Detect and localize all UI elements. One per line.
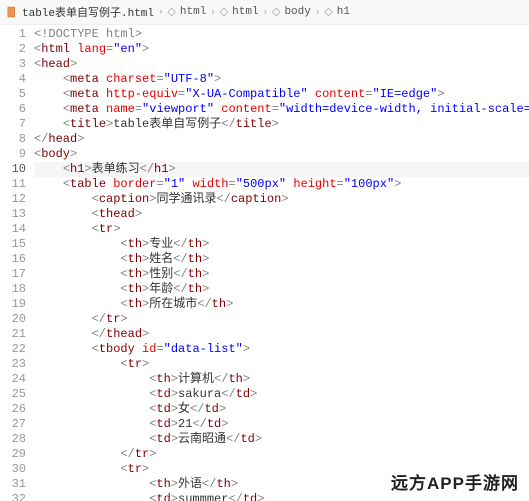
code-line[interactable]: <h1>表单练习</h1> xyxy=(34,162,529,177)
line-number: 22 xyxy=(0,342,26,357)
code-line[interactable]: </thead> xyxy=(34,327,529,342)
code-line[interactable]: <meta http-equiv="X-UA-Compatible" conte… xyxy=(34,87,529,102)
code-editor[interactable]: 1234567891011121314151617181920212223242… xyxy=(0,25,529,501)
code-line[interactable]: <td>女</td> xyxy=(34,402,529,417)
breadcrumb-part-html-root[interactable]: html xyxy=(180,6,206,18)
code-area[interactable]: <!DOCTYPE html><html lang="en"><head> <m… xyxy=(34,25,529,501)
code-line[interactable]: <th>所在城市</th> xyxy=(34,297,529,312)
breadcrumb-part-h1[interactable]: h1 xyxy=(337,6,350,18)
code-line[interactable]: <td>sakura</td> xyxy=(34,387,529,402)
breadcrumb-tag-icon: ◇ xyxy=(272,5,280,19)
code-line[interactable]: <meta charset="UTF-8"> xyxy=(34,72,529,87)
code-line[interactable]: </head> xyxy=(34,132,529,147)
line-number: 28 xyxy=(0,432,26,447)
line-number: 20 xyxy=(0,312,26,327)
line-number: 8 xyxy=(0,132,26,147)
html-file-icon xyxy=(6,6,18,18)
line-number: 24 xyxy=(0,372,26,387)
line-number: 13 xyxy=(0,207,26,222)
code-line[interactable]: <th>姓名</th> xyxy=(34,252,529,267)
line-number: 6 xyxy=(0,102,26,117)
line-number: 19 xyxy=(0,297,26,312)
chevron-right-icon: › xyxy=(210,7,215,17)
code-line[interactable]: <thead> xyxy=(34,207,529,222)
line-number: 29 xyxy=(0,447,26,462)
code-line[interactable]: <td>21</td> xyxy=(34,417,529,432)
code-line[interactable]: </tr> xyxy=(34,312,529,327)
chevron-right-icon: › xyxy=(158,7,163,17)
breadcrumb-tag-icon: ◇ xyxy=(167,5,175,19)
chevron-right-icon: › xyxy=(263,7,268,17)
code-line[interactable]: <td>云南昭通</td> xyxy=(34,432,529,447)
line-number: 4 xyxy=(0,72,26,87)
code-line[interactable]: <body> xyxy=(34,147,529,162)
code-line[interactable]: <caption>同学通讯录</caption> xyxy=(34,192,529,207)
code-line[interactable]: <meta name="viewport" content="width=dev… xyxy=(34,102,529,117)
line-number: 12 xyxy=(0,192,26,207)
line-number: 25 xyxy=(0,387,26,402)
code-line[interactable]: <th>专业</th> xyxy=(34,237,529,252)
breadcrumb-part-html[interactable]: html xyxy=(232,6,258,18)
breadcrumb: table表单自写例子.html › ◇ html › ◇ html › ◇ b… xyxy=(0,0,529,25)
line-number: 14 xyxy=(0,222,26,237)
line-number: 7 xyxy=(0,117,26,132)
line-number: 9 xyxy=(0,147,26,162)
code-line[interactable]: </tr> xyxy=(34,447,529,462)
breadcrumb-file[interactable]: table表单自写例子.html xyxy=(22,4,154,20)
code-line[interactable]: <title>table表单自写例子</title> xyxy=(34,117,529,132)
line-number: 26 xyxy=(0,402,26,417)
code-line[interactable]: <tr> xyxy=(34,222,529,237)
line-number: 3 xyxy=(0,57,26,72)
line-number-gutter: 1234567891011121314151617181920212223242… xyxy=(0,25,34,501)
line-number: 31 xyxy=(0,477,26,492)
code-line[interactable]: <html lang="en"> xyxy=(34,42,529,57)
line-number: 16 xyxy=(0,252,26,267)
breadcrumb-tag-icon: ◇ xyxy=(324,5,332,19)
line-number: 10 xyxy=(0,162,26,177)
code-line[interactable]: <th>计算机</th> xyxy=(34,372,529,387)
line-number: 5 xyxy=(0,87,26,102)
code-line[interactable]: <th>性别</th> xyxy=(34,267,529,282)
line-number: 17 xyxy=(0,267,26,282)
code-line[interactable]: <tbody id="data-list"> xyxy=(34,342,529,357)
code-line[interactable]: <th>年龄</th> xyxy=(34,282,529,297)
line-number: 23 xyxy=(0,357,26,372)
line-number: 11 xyxy=(0,177,26,192)
breadcrumb-part-body[interactable]: body xyxy=(284,6,310,18)
line-number: 27 xyxy=(0,417,26,432)
code-line[interactable]: <head> xyxy=(34,57,529,72)
line-number: 1 xyxy=(0,27,26,42)
chevron-right-icon: › xyxy=(315,7,320,17)
breadcrumb-tag-icon: ◇ xyxy=(220,5,228,19)
code-line[interactable]: <!DOCTYPE html> xyxy=(34,27,529,42)
line-number: 15 xyxy=(0,237,26,252)
code-line[interactable]: <table border="1" width="500px" height="… xyxy=(34,177,529,192)
line-number: 2 xyxy=(0,42,26,57)
watermark-text: 远方APP手游网 xyxy=(391,469,519,494)
code-line[interactable]: <tr> xyxy=(34,357,529,372)
line-number: 21 xyxy=(0,327,26,342)
line-number: 30 xyxy=(0,462,26,477)
line-number: 18 xyxy=(0,282,26,297)
